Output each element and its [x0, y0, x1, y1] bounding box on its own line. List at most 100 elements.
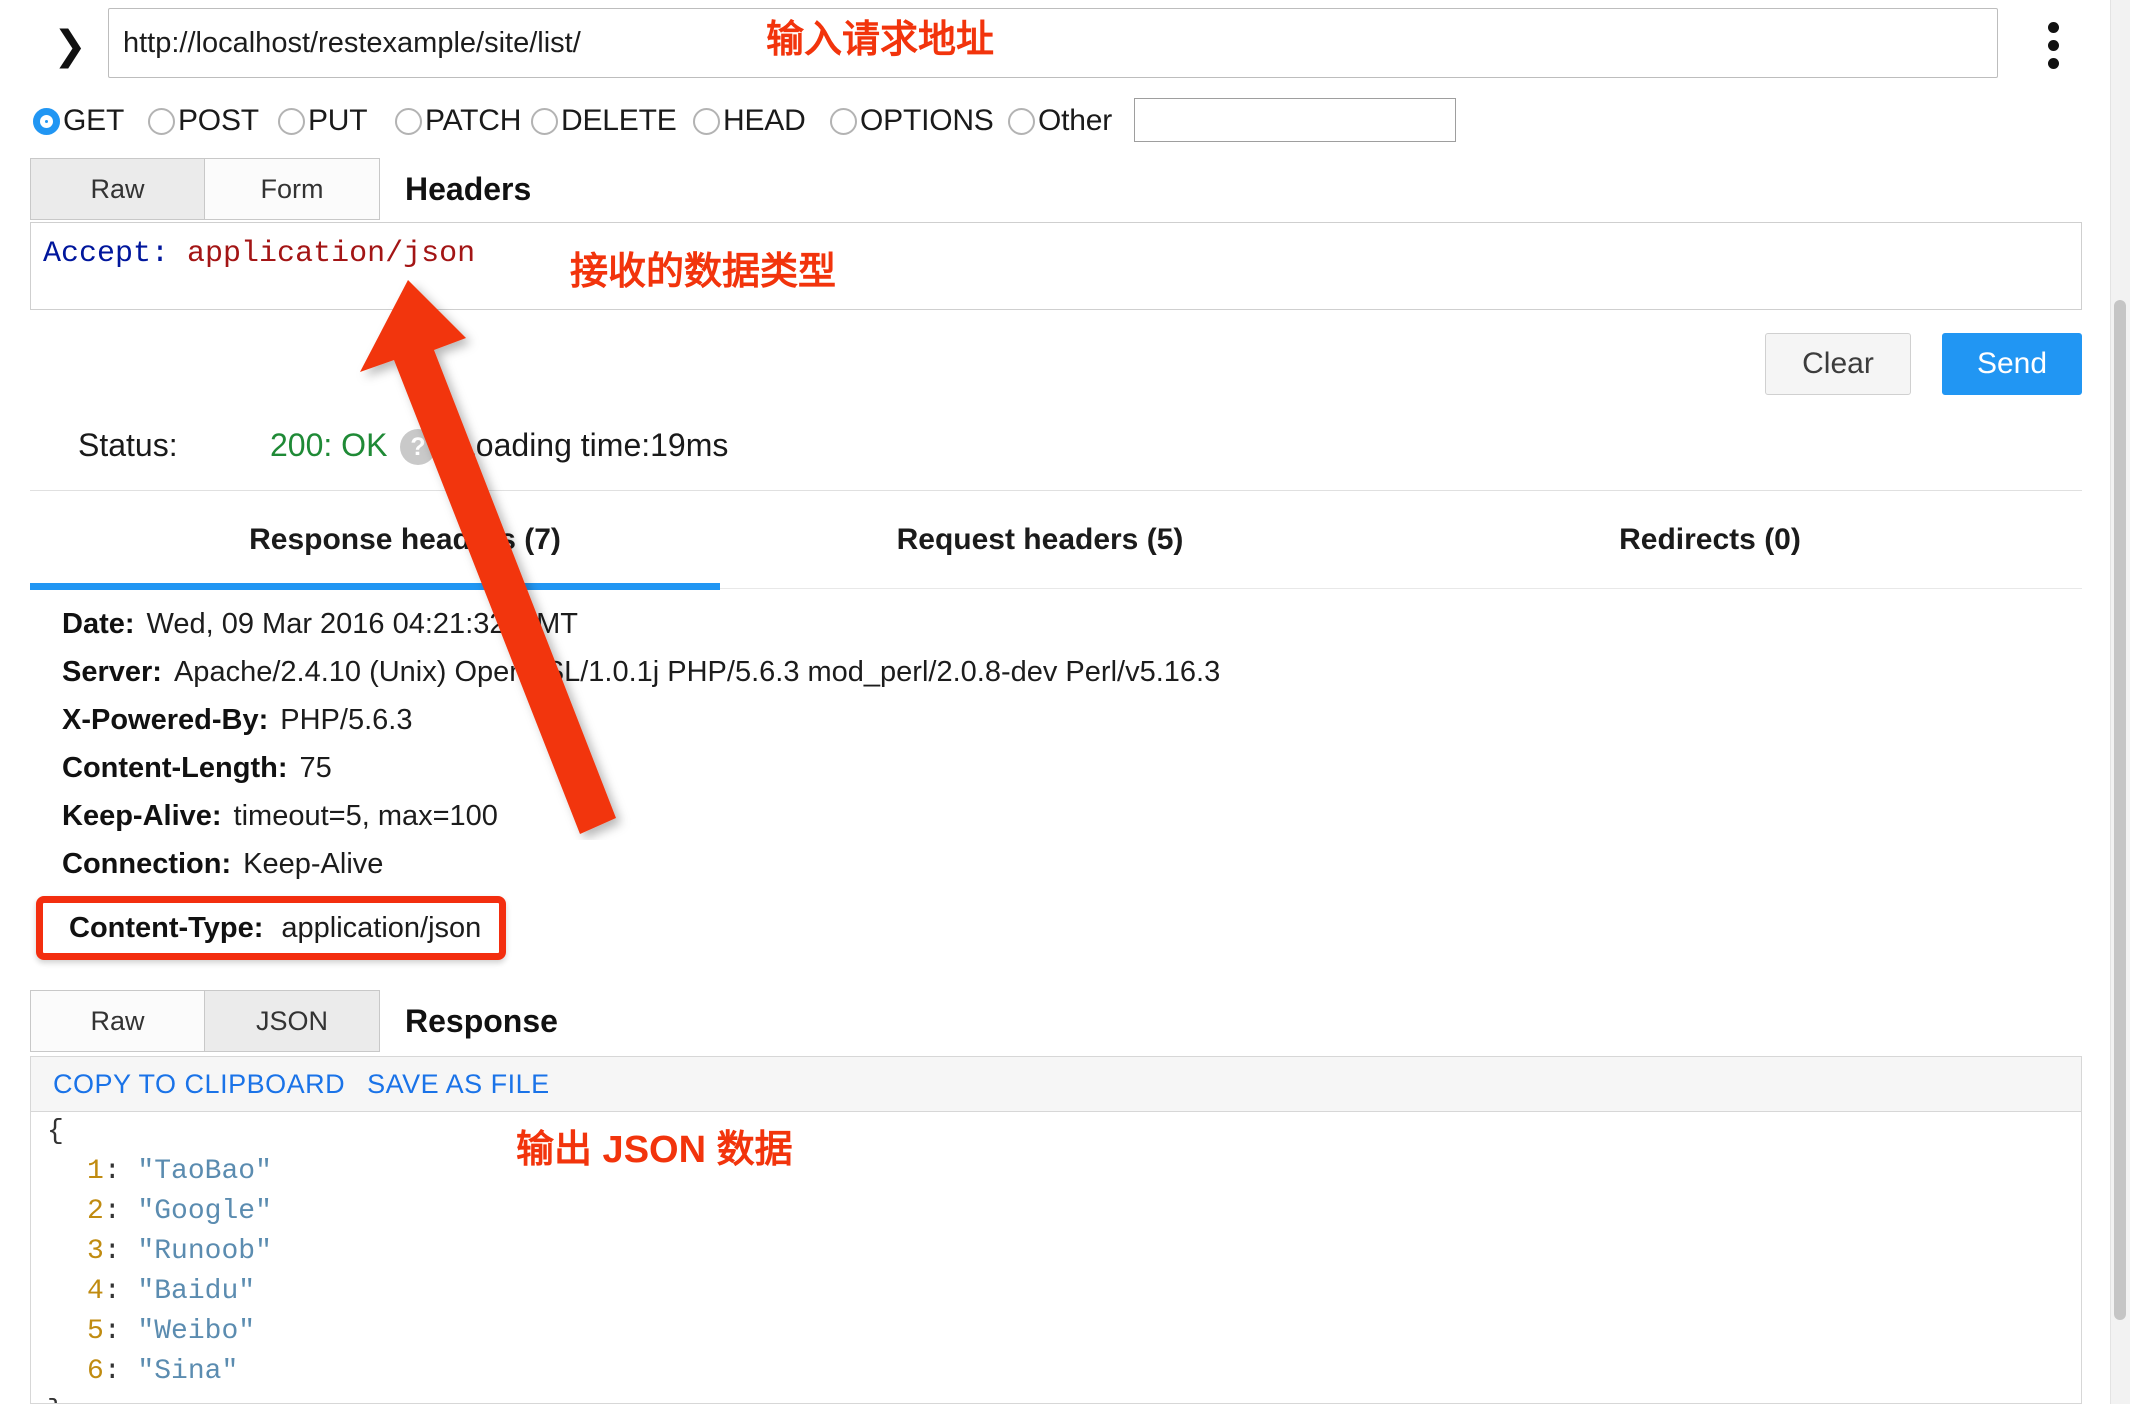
- radio-label-post: POST: [178, 104, 259, 137]
- radio-post[interactable]: POST: [145, 96, 259, 146]
- header-name: Content-Type:: [69, 911, 264, 944]
- headers-editor[interactable]: Accept: application/json: [30, 222, 2082, 310]
- json-close-brace: }: [47, 1396, 64, 1403]
- json-value: "TaoBao": [137, 1156, 272, 1187]
- vertical-scrollbar-track[interactable]: [2110, 0, 2130, 1404]
- header-value: Apache/2.4.10 (Unix) OpenSSL/1.0.1j PHP/…: [173, 656, 1221, 688]
- status-label: Status:: [78, 427, 178, 463]
- http-method-radio-group: GET POST PUT PATCH DELETE HEAD OPTIONS O…: [0, 96, 2098, 152]
- radio-label-options: OPTIONS: [860, 104, 994, 137]
- header-editor-line: Accept: application/json: [31, 223, 2081, 271]
- response-tab-bar: Response headers (7) Request headers (5)…: [30, 500, 2082, 590]
- header-name: Keep-Alive:: [62, 800, 222, 832]
- radio-dot-get: [33, 107, 60, 135]
- question-mark-icon[interactable]: ?: [400, 429, 436, 465]
- list-item: 3: "Runoob": [87, 1236, 272, 1267]
- annotation-url-label: 输入请求地址: [766, 19, 995, 61]
- json-key: 3: [87, 1236, 104, 1267]
- list-item: 2: "Google": [87, 1196, 272, 1227]
- header-name: Date:: [62, 608, 135, 640]
- tab-redirects[interactable]: Redirects (0): [1430, 500, 1990, 590]
- table-row: Server: Apache/2.4.10 (Unix) OpenSSL/1.0.…: [0, 656, 2052, 704]
- header-value: Wed, 09 Mar 2016 04:21:32 GMT: [146, 608, 578, 640]
- header-value: timeout=5, max=100: [233, 800, 498, 832]
- radio-put[interactable]: PUT: [275, 96, 368, 146]
- rest-client-window: ❯ http://localhost/restexample/site/list…: [0, 0, 2130, 1404]
- response-actions-toolbar: COPY TO CLIPBOARD SAVE AS FILE: [30, 1056, 2082, 1112]
- header-name: Content-Length:: [62, 752, 288, 784]
- radio-label-delete: DELETE: [561, 104, 677, 137]
- copy-to-clipboard-link[interactable]: COPY TO CLIPBOARD: [53, 1069, 345, 1100]
- annotation-json-label: 输出 JSON 数据: [516, 1129, 793, 1171]
- url-input[interactable]: http://localhost/restexample/site/list/: [108, 8, 1998, 78]
- kebab-menu-icon[interactable]: [2043, 22, 2063, 74]
- json-open-brace: {: [47, 1116, 64, 1147]
- radio-label-head: HEAD: [723, 104, 806, 137]
- header-editor-value: application/json: [187, 237, 476, 271]
- vertical-scrollbar-thumb[interactable]: [2114, 300, 2126, 1320]
- json-key: 1: [87, 1156, 104, 1187]
- active-tab-underline: [30, 583, 720, 590]
- list-item: 6: "Sina": [87, 1356, 239, 1387]
- url-bar-row: ❯ http://localhost/restexample/site/list…: [0, 0, 2098, 92]
- radio-patch[interactable]: PATCH: [392, 96, 521, 146]
- radio-label-other: Other: [1038, 104, 1113, 137]
- status-row: Status: 200: OK ? Loading time:19ms: [0, 410, 2098, 480]
- headers-tab-form[interactable]: Form: [205, 158, 380, 220]
- radio-delete[interactable]: DELETE: [528, 96, 677, 146]
- radio-dot-options: [830, 107, 857, 135]
- status-divider: [30, 490, 2082, 491]
- radio-label-put: PUT: [308, 104, 368, 137]
- table-row: Date: Wed, 09 Mar 2016 04:21:32 GMT: [0, 608, 2052, 656]
- header-name: Connection:: [62, 848, 232, 880]
- radio-dot-head: [693, 107, 720, 135]
- save-as-file-link[interactable]: SAVE AS FILE: [367, 1069, 550, 1100]
- send-button[interactable]: Send: [1942, 333, 2082, 395]
- header-name: Server:: [62, 656, 162, 688]
- headers-tab-raw[interactable]: Raw: [30, 158, 205, 220]
- radio-get[interactable]: GET: [30, 96, 124, 146]
- response-tab-raw[interactable]: Raw: [30, 990, 205, 1052]
- table-row: Keep-Alive: timeout=5, max=100: [0, 800, 2052, 848]
- list-item: 1: "TaoBao": [87, 1156, 272, 1187]
- radio-label-get: GET: [63, 104, 125, 137]
- radio-dot-patch: [395, 107, 422, 135]
- radio-other[interactable]: Other: [1005, 96, 1112, 146]
- radio-dot-put: [278, 107, 305, 135]
- chevron-right-icon[interactable]: ❯: [52, 22, 88, 70]
- response-format-tabs: Raw JSON: [30, 990, 380, 1052]
- radio-dot-post: [148, 107, 175, 135]
- json-open-brace-line: {: [31, 1112, 2081, 1152]
- json-close-brace-line: }: [31, 1392, 2081, 1403]
- list-item: 5: "Weibo": [87, 1316, 256, 1347]
- tab-request-headers[interactable]: Request headers (5): [730, 500, 1350, 590]
- radio-label-patch: PATCH: [425, 104, 522, 137]
- header-value: PHP/5.6.3: [280, 704, 413, 736]
- json-value: "Google": [137, 1196, 272, 1227]
- json-value: "Sina": [137, 1356, 239, 1387]
- header-value: 75: [299, 752, 332, 784]
- loading-time: Loading time:19ms: [458, 427, 729, 463]
- response-section-title: Response: [405, 1003, 558, 1039]
- table-row: X-Powered-By: PHP/5.6.3: [0, 704, 2052, 752]
- list-item: 4: "Baidu": [87, 1276, 256, 1307]
- header-editor-key: Accept:: [43, 237, 170, 271]
- annotation-accept-label: 接收的数据类型: [570, 251, 837, 293]
- json-key: 5: [87, 1316, 104, 1347]
- main-content: ❯ http://localhost/restexample/site/list…: [0, 0, 2098, 1404]
- tab-response-headers[interactable]: Response headers (7): [170, 500, 640, 590]
- json-value: "Runoob": [137, 1236, 272, 1267]
- response-body-json[interactable]: { 1: "TaoBao" 2: "Google" 3: "Runoob" 4:…: [30, 1112, 2082, 1404]
- other-method-input[interactable]: [1134, 98, 1456, 142]
- response-tab-json[interactable]: JSON: [205, 990, 380, 1052]
- json-key: 4: [87, 1276, 104, 1307]
- headers-section-title: Headers: [405, 171, 532, 207]
- header-name: X-Powered-By:: [62, 704, 269, 736]
- table-row: Connection: Keep-Alive: [0, 848, 2052, 896]
- clear-button[interactable]: Clear: [1765, 333, 1911, 395]
- radio-head[interactable]: HEAD: [690, 96, 806, 146]
- radio-options[interactable]: OPTIONS: [827, 96, 994, 146]
- highlighted-content-type-row: Content-Type: application/json: [36, 896, 506, 960]
- table-row: Content-Length: 75: [0, 752, 2052, 800]
- status-code: 200: OK: [270, 427, 388, 463]
